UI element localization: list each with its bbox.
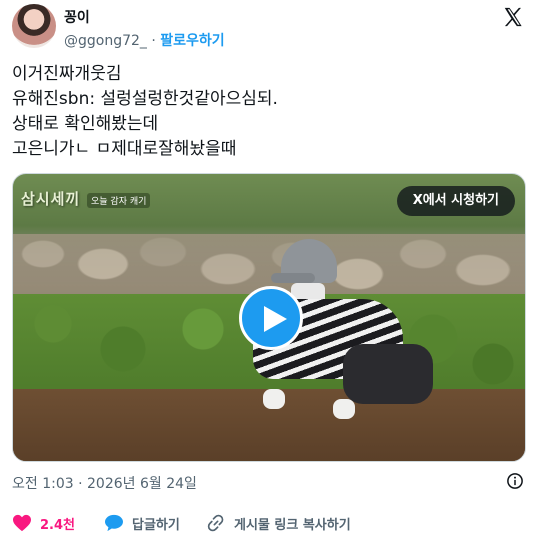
- pants: [343, 344, 433, 404]
- x-logo-icon[interactable]: [502, 6, 524, 28]
- cap-brim: [271, 273, 315, 283]
- tweet-text-line: 유해진sbn: 설렁설렁한것같아으심되.: [12, 89, 278, 109]
- like-button[interactable]: 2.4천: [12, 512, 75, 534]
- handle-separator: ·: [151, 33, 156, 49]
- handle-row: @ggong72_ · 팔로우하기: [64, 30, 225, 50]
- timestamp[interactable]: 오전 1:03 · 2026년 6월 24일: [12, 473, 197, 493]
- show-caption: 오늘 감자 캐기: [87, 193, 151, 208]
- copy-link-label: 게시물 링크 복사하기: [234, 517, 351, 533]
- tweet-text: 이거진짜개웃김 유해진sbn: 설렁설렁한것같아으심되. 상태로 확인해봤는데 …: [12, 62, 278, 162]
- show-logo: 삼시세끼: [21, 190, 81, 208]
- avatar[interactable]: [12, 4, 56, 48]
- glove-left: [263, 389, 285, 409]
- play-button[interactable]: [239, 286, 303, 350]
- link-icon: [207, 514, 224, 532]
- like-count: 2.4천: [40, 517, 75, 533]
- follow-button[interactable]: 팔로우하기: [160, 33, 224, 49]
- author-name[interactable]: 꽁이: [64, 7, 90, 27]
- tweet-text-line: 고은니가ㄴ ㅁ제대로잘해놨을때: [12, 139, 237, 159]
- heart-icon: [13, 514, 31, 532]
- watch-on-x-button[interactable]: X에서 시청하기: [396, 186, 515, 216]
- tweet-card: 꽁이 @ggong72_ · 팔로우하기 이거진짜개웃김 유해진sbn: 설렁설…: [0, 0, 538, 536]
- author-handle[interactable]: @ggong72_: [64, 33, 147, 49]
- action-bar: 2.4천 답글하기 게시물 링크 복사하기: [12, 512, 532, 534]
- video-thumbnail[interactable]: 삼시세끼 오늘 감자 캐기 X에서 시청하기: [12, 173, 526, 462]
- copy-link-button[interactable]: 게시물 링크 복사하기: [206, 512, 351, 534]
- info-icon[interactable]: [506, 472, 524, 490]
- reply-label: 답글하기: [132, 517, 180, 533]
- play-icon: [264, 306, 287, 332]
- reply-icon: [105, 514, 123, 532]
- glove-right: [333, 399, 355, 419]
- tweet-text-line: 이거진짜개웃김: [12, 64, 122, 84]
- tweet-text-line: 상태로 확인해봤는데: [12, 114, 159, 134]
- reply-button[interactable]: 답글하기: [104, 512, 180, 534]
